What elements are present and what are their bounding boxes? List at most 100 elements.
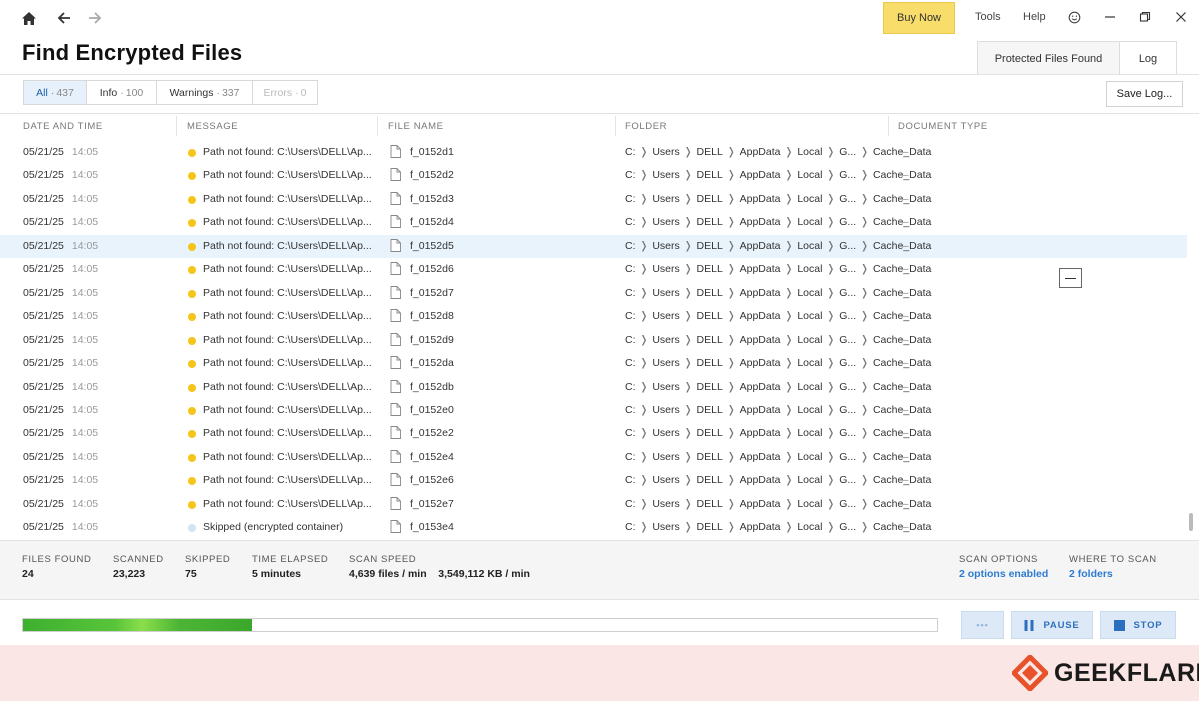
folder-segment: Local: [797, 239, 823, 252]
file-icon: [390, 262, 401, 278]
message-cell: Path not found: C:\Users\DELL\Ap...: [203, 403, 372, 416]
date-text: 05/21/25: [23, 310, 64, 323]
scrollbar-thumb[interactable]: [1189, 513, 1193, 531]
column-header-folder[interactable]: FOLDER: [625, 121, 667, 132]
time-text: 14:05: [71, 450, 99, 463]
folder-segment: C:: [625, 333, 636, 346]
progress-area: ••• PAUSE STOP: [0, 601, 1199, 645]
folder-segment: C:: [625, 427, 636, 440]
file-name-cell: f_0152e7: [410, 497, 454, 510]
column-resize-handle[interactable]: [176, 116, 177, 136]
breadcrumb-separator-icon: ❭: [826, 146, 836, 158]
folder-segment: Users: [652, 263, 680, 276]
document-type-cell: —: [898, 474, 909, 487]
table-row[interactable]: 05/21/25 14:05 Path not found: C:\Users\DE…: [0, 305, 1187, 328]
table-row[interactable]: 05/21/25 14:05 Path not found: C:\Users\DE…: [0, 469, 1187, 492]
filter-info[interactable]: Info · 100: [87, 81, 157, 104]
column-header-document-type[interactable]: DOCUMENT TYPE: [898, 121, 988, 132]
table-row[interactable]: 05/21/25 14:05 Path not found: C:\Users\DE…: [0, 188, 1187, 211]
collapse-panel-button[interactable]: [1059, 268, 1082, 288]
column-header-date[interactable]: DATE AND TIME: [23, 121, 103, 132]
breadcrumb-separator-icon: ❭: [784, 333, 794, 346]
breadcrumb-separator-icon: ❭: [639, 333, 649, 346]
forward-arrow-icon[interactable]: [84, 8, 106, 28]
table-row[interactable]: 05/21/25 14:05 Path not found: C:\Users\DE…: [0, 141, 1187, 164]
folder-segment: Local: [797, 521, 823, 534]
table-row[interactable]: 05/21/25 14:05 Path not found: C:\Users\DE…: [0, 329, 1187, 352]
scanned-value: 23,223: [113, 568, 146, 580]
folder-segment: C:: [625, 216, 636, 229]
stat-label: SCAN OPTIONS: [959, 554, 1038, 565]
column-resize-handle[interactable]: [377, 116, 378, 136]
column-header-file-name[interactable]: FILE NAME: [388, 121, 444, 132]
table-row[interactable]: 05/21/25 14:05 Path not found: C:\Users\DE…: [0, 234, 1187, 258]
document-type-cell: —: [898, 427, 909, 440]
tools-menu[interactable]: Tools: [975, 11, 1001, 23]
table-row[interactable]: 05/21/25 14:05 Skipped (encrypted containe…: [0, 516, 1187, 539]
scan-progress-fill: [23, 619, 252, 631]
geekflare-logo-icon: [1012, 655, 1048, 691]
buy-now-button[interactable]: Buy Now: [883, 2, 955, 34]
table-row[interactable]: 05/21/25 14:05 Path not found: C:\Users\DE…: [0, 258, 1187, 281]
breadcrumb-separator-icon: ❭: [683, 474, 693, 487]
filter-warnings[interactable]: Warnings · 337: [157, 81, 253, 104]
restore-icon[interactable]: [1137, 9, 1153, 25]
smiley-feedback-icon[interactable]: [1066, 9, 1082, 25]
where-to-scan-link[interactable]: 2 folders: [1069, 568, 1113, 580]
filter-errors[interactable]: Errors · 0: [253, 81, 317, 104]
table-row[interactable]: 05/21/25 14:05 Path not found: C:\Users\DE…: [0, 422, 1187, 445]
folder-segment: AppData: [739, 239, 781, 252]
filter-all[interactable]: All · 437: [24, 81, 87, 104]
folder-segment: DELL: [696, 427, 723, 440]
breadcrumb-separator-icon: ❭: [726, 146, 736, 158]
skipped-value: 75: [185, 568, 197, 580]
breadcrumb-separator-icon: ❭: [784, 192, 794, 205]
document-type-cell: —: [898, 169, 909, 182]
file-name-cell: f_0152d6: [410, 263, 454, 276]
breadcrumb-separator-icon: ❭: [860, 146, 869, 158]
folder-path-cell: C: ❭ Users ❭ DELL ❭ AppData ❭ Local ❭ G... ❭ Cache_D…: [625, 498, 931, 510]
date-text: 05/21/25: [23, 450, 64, 463]
tab-protected-files-found[interactable]: Protected Files Found: [978, 42, 1120, 75]
table-row[interactable]: 05/21/25 14:05 Path not found: C:\Users\DE…: [0, 282, 1187, 305]
warning-status-dot-icon: [188, 266, 196, 275]
folder-segment: Users: [652, 380, 680, 393]
scan-progress-bar: [22, 618, 938, 632]
pause-button[interactable]: PAUSE: [1011, 611, 1093, 639]
tab-log[interactable]: Log: [1120, 42, 1176, 75]
save-log-button[interactable]: Save Log...: [1106, 81, 1183, 107]
stop-button[interactable]: STOP: [1100, 611, 1176, 639]
table-row[interactable]: 05/21/25 14:05 Path not found: C:\Users\DE…: [0, 352, 1187, 375]
table-row[interactable]: 05/21/25 14:05 Path not found: C:\Users\DE…: [0, 376, 1187, 399]
close-icon[interactable]: [1173, 9, 1189, 25]
breadcrumb-separator-icon: ❭: [860, 310, 869, 323]
time-text: 14:05: [71, 263, 99, 276]
folder-segment: DELL: [696, 474, 723, 487]
table-row[interactable]: 05/21/25 14:05 Path not found: C:\Users\DE…: [0, 399, 1187, 422]
help-menu[interactable]: Help: [1023, 11, 1046, 23]
column-resize-handle[interactable]: [888, 116, 889, 136]
home-icon[interactable]: [18, 8, 40, 28]
table-row[interactable]: 05/21/25 14:05 Path not found: C:\Users\DE…: [0, 164, 1187, 187]
table-row[interactable]: 05/21/25 14:05 Path not found: C:\Users\DE…: [0, 493, 1187, 516]
breadcrumb-separator-icon: ❭: [826, 239, 836, 252]
message-cell: Path not found: C:\Users\DELL\Ap...: [203, 239, 372, 252]
folder-segment: DELL: [696, 380, 723, 393]
file-icon: [390, 356, 401, 372]
more-options-button[interactable]: •••: [961, 611, 1004, 639]
back-arrow-icon[interactable]: [53, 8, 75, 28]
scan-options-link[interactable]: 2 options enabled: [959, 568, 1048, 580]
column-header-message[interactable]: MESSAGE: [187, 121, 238, 132]
date-text: 05/21/25: [23, 263, 64, 276]
table-row[interactable]: 05/21/25 14:05 Path not found: C:\Users\DE…: [0, 446, 1187, 469]
folder-path-cell: C: ❭ Users ❭ DELL ❭ AppData ❭ Local ❭ G... ❭ Cache_D…: [625, 146, 931, 158]
folder-segment: DELL: [696, 333, 723, 346]
column-resize-handle[interactable]: [615, 116, 616, 136]
app-window: Buy Now Tools Help Find Encrypted Files …: [0, 0, 1199, 701]
filter-label: Warnings: [169, 86, 214, 99]
folder-segment: Users: [652, 239, 680, 252]
minimize-icon[interactable]: [1102, 9, 1118, 25]
table-row[interactable]: 05/21/25 14:05 Path not found: C:\Users\DE…: [0, 211, 1187, 234]
time-text: 14:05: [71, 403, 99, 416]
breadcrumb-separator-icon: ❭: [726, 286, 736, 299]
